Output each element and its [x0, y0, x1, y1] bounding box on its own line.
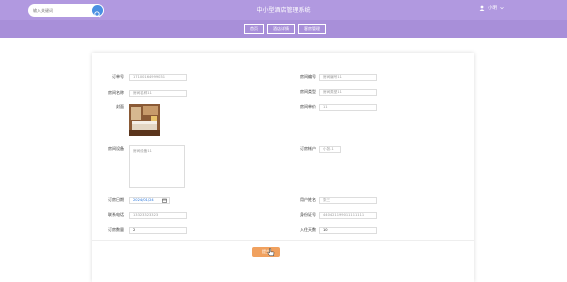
- room-name-field[interactable]: 房间名称11: [129, 90, 187, 97]
- cover-image: [129, 104, 160, 136]
- label-room-number: 房间编号: [300, 74, 316, 79]
- user-icon: [479, 5, 485, 11]
- nav-bar: 首页 酒店详情 客房管理: [0, 20, 567, 38]
- nav-item-hotel-details[interactable]: 酒店详情: [267, 24, 295, 34]
- form-divider: [92, 240, 474, 241]
- submit-button[interactable]: 提交: [252, 247, 280, 257]
- label-booking-date: 订房日期: [108, 197, 124, 202]
- booking-account-field[interactable]: 小张-1: [319, 146, 341, 153]
- label-cover: 封面: [116, 104, 124, 109]
- user-name-field[interactable]: 张三: [319, 197, 377, 204]
- phone-field[interactable]: 13323323323: [129, 212, 187, 219]
- booking-date-value: 2024/01/24: [133, 198, 154, 202]
- user-menu[interactable]: 小明: [479, 5, 504, 11]
- label-room-name: 房间名称: [108, 90, 124, 95]
- room-price-field[interactable]: 11: [319, 104, 377, 111]
- nav-item-room-management[interactable]: 客房管理: [298, 24, 326, 34]
- label-phone: 联系电话: [108, 212, 124, 217]
- room-quantity-input[interactable]: 2: [129, 227, 187, 234]
- label-user-name: 用户姓名: [300, 197, 316, 202]
- label-order-number: 订单号: [112, 74, 124, 79]
- user-name: 小明: [488, 6, 497, 11]
- room-number-field[interactable]: 房间编号11: [319, 74, 377, 81]
- stay-days-input[interactable]: 10: [319, 227, 377, 234]
- order-number-field[interactable]: 17100164999031: [129, 74, 187, 81]
- label-id-number: 身份证号: [300, 212, 316, 217]
- room-equipment-textarea[interactable]: 房间设备11: [129, 145, 185, 188]
- label-room-quantity: 订房数量: [108, 227, 124, 232]
- label-room-equipment: 房间设备: [108, 146, 124, 151]
- label-stay-days: 入住天数: [300, 227, 316, 232]
- room-type-field[interactable]: 房间类型11: [319, 89, 377, 96]
- top-header: 中小型酒店管理系统 小明: [0, 0, 567, 20]
- id-number-field[interactable]: 440421199011111111: [319, 212, 377, 219]
- calendar-icon[interactable]: [162, 198, 167, 203]
- label-booking-account: 订房帐户: [300, 146, 316, 151]
- label-room-price: 房间单价: [300, 104, 316, 109]
- chevron-down-icon: [500, 6, 504, 10]
- label-room-type: 房间类型: [300, 89, 316, 94]
- nav-item-home[interactable]: 首页: [244, 24, 264, 34]
- pointer-hand-icon: [267, 248, 275, 257]
